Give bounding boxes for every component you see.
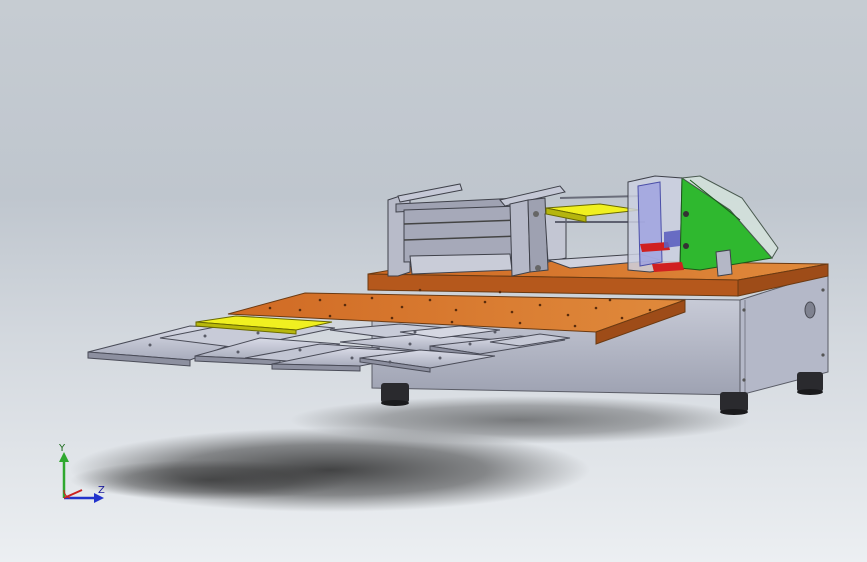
ground-shadow xyxy=(70,396,750,512)
cad-assembly-model[interactable] xyxy=(0,0,867,562)
axis-y-label: Y xyxy=(59,443,66,454)
coordinate-triad: Y Z xyxy=(48,440,118,510)
safety-guard-right[interactable] xyxy=(627,175,779,277)
graphics-viewport[interactable]: Y Z xyxy=(0,0,867,562)
axis-z-label: Z xyxy=(98,485,105,496)
press-frame-left[interactable] xyxy=(387,183,521,277)
